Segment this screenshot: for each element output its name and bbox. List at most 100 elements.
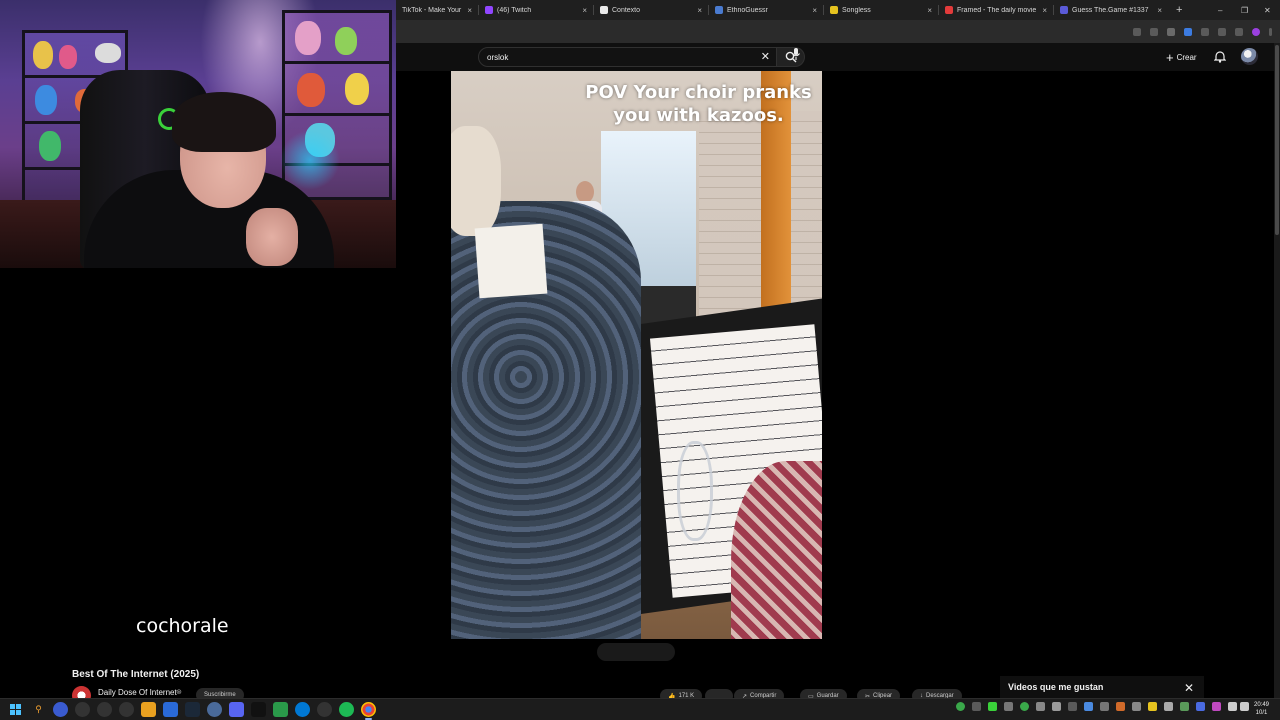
app-icon[interactable] <box>295 702 310 717</box>
tab-close-icon[interactable]: × <box>697 6 702 15</box>
video-caption-line2: you with kazoos. <box>613 105 784 126</box>
channel-name[interactable]: Daily Dose Of Internet <box>98 688 177 697</box>
tab-title: EthnoGuessr <box>727 6 768 14</box>
contexto-icon <box>600 6 608 14</box>
app-icon[interactable] <box>75 702 90 717</box>
profile-icon[interactable] <box>1252 27 1260 36</box>
extension-icon[interactable] <box>1167 27 1175 36</box>
app-icon[interactable] <box>163 702 178 717</box>
tray-icon[interactable] <box>972 702 981 711</box>
guess-the-game-icon <box>1060 6 1068 14</box>
tab-contexto[interactable]: Contexto × <box>594 0 708 20</box>
puzzle-icon[interactable] <box>1201 27 1209 36</box>
tab-close-icon[interactable]: × <box>1042 6 1047 15</box>
extension-icon[interactable] <box>1184 27 1192 36</box>
install-app-icon[interactable] <box>1133 27 1141 36</box>
create-button[interactable]: + Crear <box>1166 49 1197 65</box>
webcam-overlay <box>0 0 396 268</box>
tab-framed[interactable]: Framed - The daily movie gu × <box>939 0 1053 20</box>
steam-icon[interactable] <box>185 702 200 717</box>
discord-icon[interactable] <box>229 702 244 717</box>
tray-icon[interactable] <box>1084 702 1093 711</box>
app-icon[interactable] <box>317 702 332 717</box>
restore-button[interactable]: ❐ <box>1241 0 1248 20</box>
search-input[interactable]: orslok ✕ <box>478 47 777 67</box>
streamer-hand <box>246 208 298 266</box>
tray-icon[interactable] <box>1020 702 1029 711</box>
taskbar-clock[interactable]: 20:49 10/1 <box>1254 701 1269 717</box>
video-sheet-music <box>474 223 548 299</box>
bell-icon <box>1213 51 1227 63</box>
page-scrollbar[interactable] <box>1274 43 1280 698</box>
tray-icon[interactable] <box>1164 702 1173 711</box>
minimize-button[interactable]: – <box>1218 0 1222 20</box>
chrome-icon[interactable] <box>361 702 376 717</box>
tray-icon[interactable] <box>988 702 997 711</box>
app-icon[interactable] <box>53 702 68 717</box>
extension-icons <box>1133 20 1272 43</box>
video-progress-pill[interactable] <box>597 643 675 661</box>
plus-icon: + <box>1166 49 1174 65</box>
liked-videos-title: Videos que me gustan <box>1008 682 1104 692</box>
voice-search-button[interactable] <box>791 47 801 66</box>
tray-icon[interactable] <box>1036 702 1045 711</box>
tab-close-icon[interactable]: × <box>812 6 817 15</box>
tab-close-icon[interactable]: × <box>927 6 932 15</box>
tab-close-icon[interactable]: × <box>1157 6 1162 15</box>
tab-guess-the-game[interactable]: Guess The.Game #1337 × <box>1054 0 1168 20</box>
notifications-button[interactable] <box>1213 50 1227 68</box>
app-icon[interactable] <box>273 702 288 717</box>
tray-icon[interactable] <box>1068 702 1077 711</box>
app-icon[interactable] <box>119 702 134 717</box>
account-avatar[interactable] <box>1241 48 1258 65</box>
tray-icon[interactable] <box>1132 702 1141 711</box>
ethnoguessr-icon <box>715 6 723 14</box>
tray-icon[interactable] <box>1004 702 1013 711</box>
new-tab-button[interactable]: + <box>1168 4 1190 16</box>
star-icon[interactable] <box>1150 27 1158 36</box>
tray-icon[interactable] <box>956 702 965 711</box>
app-icon[interactable] <box>207 702 222 717</box>
tray-icon[interactable] <box>1212 702 1221 711</box>
menu-kebab-icon[interactable] <box>1269 27 1272 36</box>
streamer-hair <box>172 92 276 152</box>
short-video-player[interactable]: POV Your choir pranks you with kazoos. <box>451 71 822 639</box>
tray-icon[interactable] <box>1148 702 1157 711</box>
tab-title: Contexto <box>612 6 641 14</box>
volume-icon[interactable] <box>1240 702 1249 711</box>
tab-songless[interactable]: Songless × <box>824 0 938 20</box>
scrollbar-thumb[interactable] <box>1275 45 1279 235</box>
clear-search-icon[interactable]: ✕ <box>761 50 770 63</box>
cyan-light <box>280 130 340 190</box>
liked-videos-panel: Videos que me gustan ✕ <box>1000 676 1204 700</box>
tab-tiktok[interactable]: TikTok - Make Your Day × <box>396 0 478 20</box>
tab-close-icon[interactable]: × <box>582 6 587 15</box>
tray-icon[interactable] <box>1116 702 1125 711</box>
verified-icon: ⊛ <box>176 689 182 696</box>
wifi-icon[interactable] <box>1228 702 1237 711</box>
tab-close-icon[interactable]: × <box>467 6 472 15</box>
windows-taskbar: ⚲ 20:49 10/1 <box>0 698 1280 720</box>
browser-toolbar <box>396 20 1280 43</box>
bookmarks-icon[interactable] <box>1218 27 1226 36</box>
tab-twitch[interactable]: (46) Twitch × <box>479 0 593 20</box>
close-window-button[interactable]: ✕ <box>1264 0 1271 20</box>
tray-icon[interactable] <box>1180 702 1189 711</box>
app-icon[interactable] <box>97 702 112 717</box>
tray-icon[interactable] <box>1100 702 1109 711</box>
app-icon[interactable] <box>141 702 156 717</box>
tray-icon[interactable] <box>1052 702 1061 711</box>
tab-ethnoguessr[interactable]: EthnoGuessr × <box>709 0 823 20</box>
twitch-icon <box>485 6 493 14</box>
video-glasses <box>677 441 713 541</box>
video-caption-line1: POV Your choir pranks <box>585 82 812 103</box>
search-icon[interactable]: ⚲ <box>31 702 46 717</box>
media-icon[interactable] <box>1235 27 1243 36</box>
spotify-icon[interactable] <box>339 702 354 717</box>
tiktok-icon[interactable] <box>251 702 266 717</box>
tab-title: Framed - The daily movie gu <box>957 6 1039 14</box>
windows-start-icon[interactable] <box>8 702 23 717</box>
tab-title: (46) Twitch <box>497 6 532 14</box>
close-icon[interactable]: ✕ <box>1184 681 1194 695</box>
tray-icon[interactable] <box>1196 702 1205 711</box>
